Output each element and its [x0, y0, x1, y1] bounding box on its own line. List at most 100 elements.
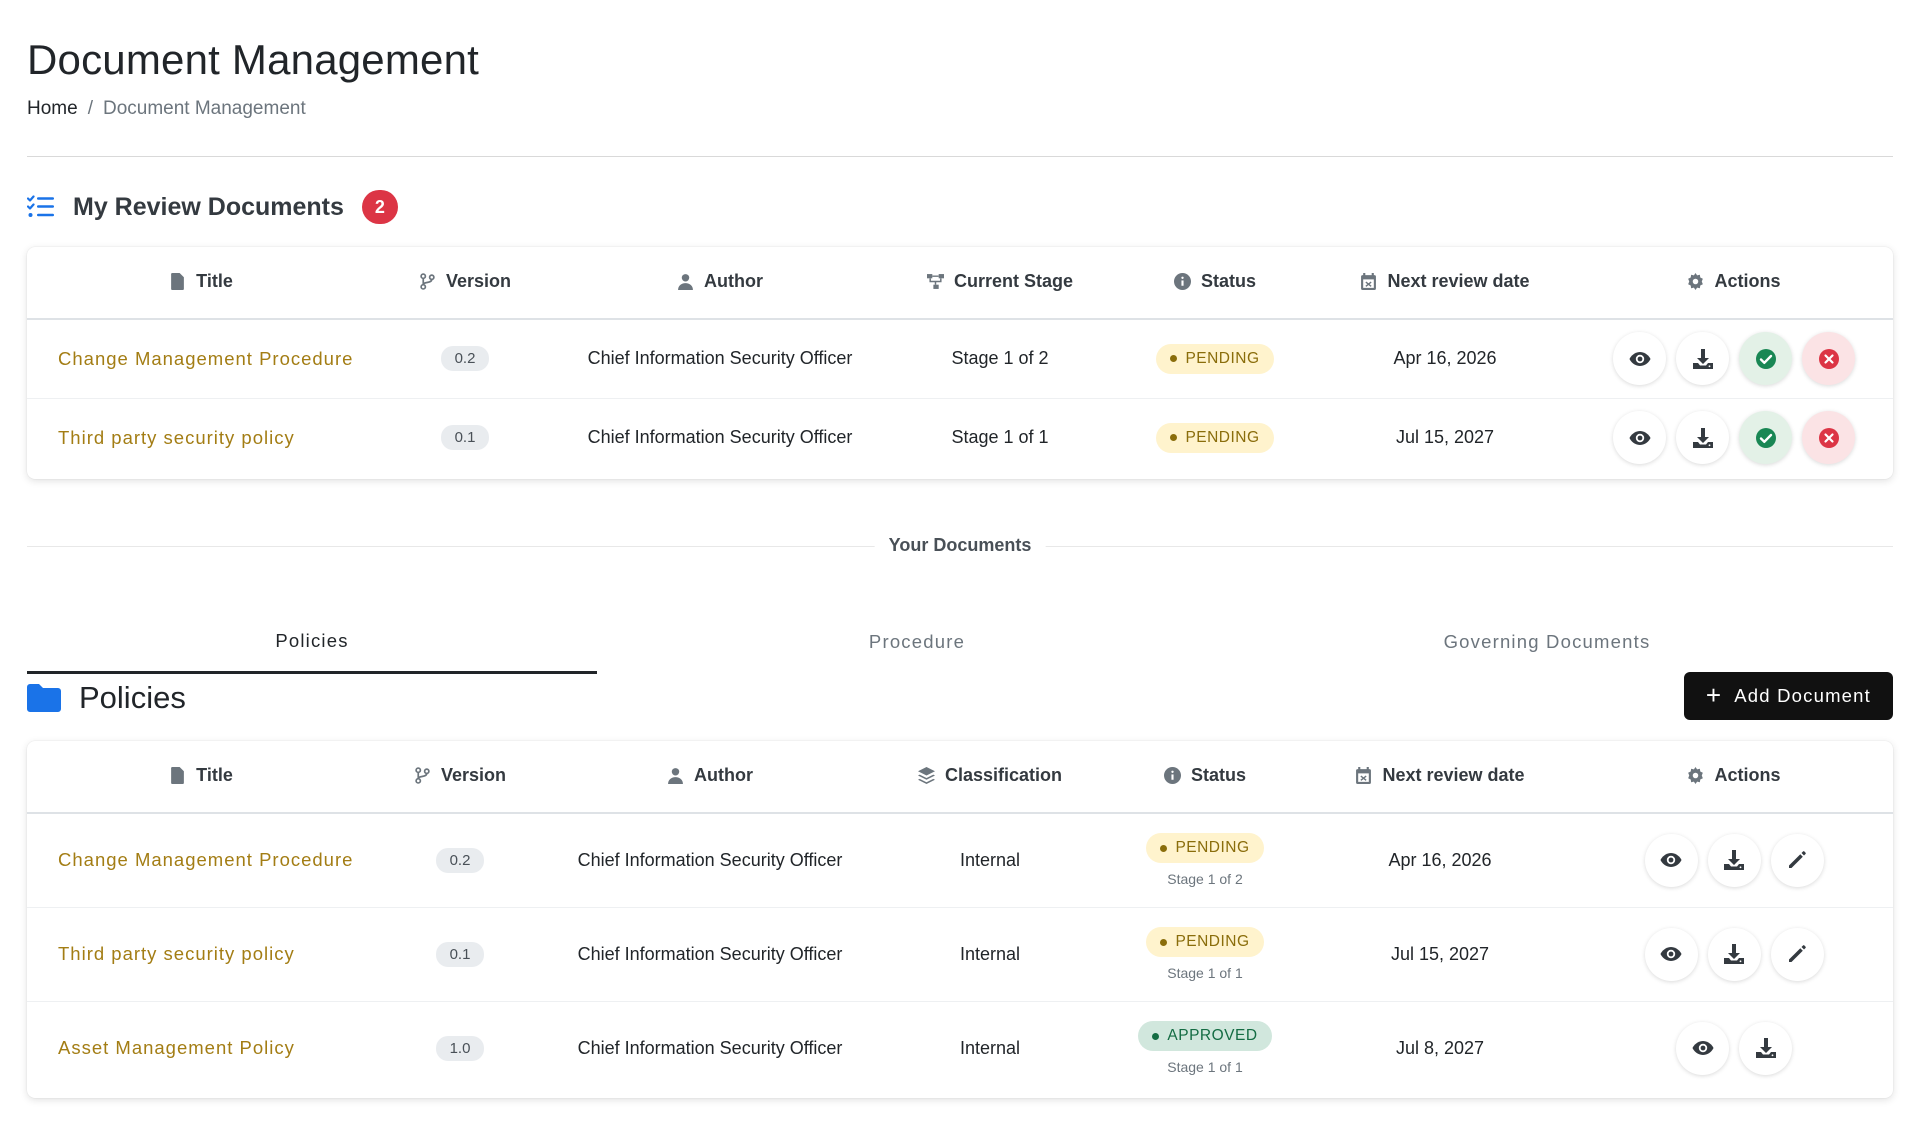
user-icon: [678, 273, 693, 290]
approve-button[interactable]: [1739, 332, 1792, 386]
next-review-date-cell: Apr 16, 2026: [1305, 813, 1575, 908]
column-header-author[interactable]: Author: [555, 247, 885, 320]
calendar-icon: [1361, 272, 1377, 290]
document-title-link[interactable]: Change Management Procedure: [27, 319, 375, 399]
next-review-date-cell: Apr 16, 2026: [1315, 319, 1575, 399]
row-actions: [1644, 927, 1824, 981]
file-icon: [171, 766, 185, 784]
download-button[interactable]: [1676, 332, 1729, 386]
table-row: Asset Management Policy 1.0 Chief Inform…: [27, 1001, 1893, 1095]
column-header-author[interactable]: Author: [545, 741, 875, 814]
approve-button[interactable]: [1739, 411, 1792, 465]
classification-cell: Internal: [959, 1037, 1021, 1058]
plus-icon: +: [1705, 680, 1723, 710]
download-button[interactable]: [1676, 411, 1729, 465]
stage-subtext: Stage 1 of 1: [1167, 965, 1243, 981]
x-circle-icon: [1818, 348, 1839, 369]
breadcrumb: Home / Document Management: [27, 98, 306, 120]
document-title-link[interactable]: Third party security policy: [27, 907, 375, 1002]
eye-icon: [1660, 853, 1682, 868]
file-icon: [171, 272, 185, 290]
branch-icon: [420, 272, 435, 290]
column-header-actions: Actions: [1575, 741, 1893, 814]
view-button[interactable]: [1644, 927, 1698, 981]
classification-cell: Internal: [875, 907, 1105, 1002]
column-header-version[interactable]: Version: [375, 741, 545, 814]
gear-icon: [1688, 766, 1704, 784]
document-title-link[interactable]: Change Management Procedure: [27, 813, 375, 908]
column-header-actions: Actions: [1575, 247, 1893, 320]
download-icon: [1755, 1038, 1776, 1059]
info-icon: [1163, 766, 1181, 784]
policies-section-header: Policies: [27, 680, 186, 716]
author-cell: Chief Information Security Officer: [587, 427, 853, 448]
view-button[interactable]: [1613, 411, 1666, 465]
tab-governing-documents[interactable]: Governing Documents: [1267, 610, 1827, 674]
status-badge: PENDING: [1146, 927, 1264, 957]
table-row: Third party security policy 0.1 Chief In…: [27, 907, 1893, 1002]
view-button[interactable]: [1613, 332, 1666, 386]
download-button[interactable]: [1739, 1021, 1792, 1075]
version-badge: 1.0: [435, 1035, 485, 1061]
layers-icon: [917, 766, 935, 784]
eye-icon: [1629, 430, 1650, 445]
breadcrumb-current: Document Management: [102, 98, 306, 119]
gear-icon: [1688, 272, 1704, 290]
policies-table: Title Version Author Classification Stat…: [27, 741, 1893, 1095]
breadcrumb-home-link[interactable]: Home: [27, 98, 78, 120]
list-check-icon: [27, 195, 54, 217]
check-circle-icon: [1755, 348, 1776, 369]
next-review-date-cell: Jul 15, 2027: [1395, 427, 1495, 448]
author-cell: Chief Information Security Officer: [545, 813, 875, 908]
info-icon: [1173, 272, 1191, 290]
next-review-date-cell: Jul 15, 2027: [1305, 907, 1575, 1002]
column-header-title[interactable]: Title: [27, 247, 375, 320]
review-section-header: My Review Documents 2: [27, 190, 398, 224]
column-header-status[interactable]: Status: [1115, 247, 1315, 320]
check-circle-icon: [1755, 427, 1776, 448]
column-header-version[interactable]: Version: [375, 247, 555, 320]
add-document-button[interactable]: + Add Document: [1683, 672, 1893, 720]
download-button[interactable]: [1707, 927, 1761, 981]
eye-icon: [1660, 947, 1682, 961]
reject-button[interactable]: [1802, 411, 1855, 465]
eye-icon: [1629, 351, 1650, 366]
status-badge: PENDING: [1156, 343, 1274, 374]
header-divider: [27, 156, 1893, 157]
author-cell: Chief Information Security Officer: [577, 1037, 843, 1058]
stage-cell: Stage 1 of 2: [885, 319, 1115, 399]
policies-card: Title Version Author Classification Stat…: [27, 741, 1893, 1098]
column-header-title[interactable]: Title: [27, 741, 375, 814]
view-button[interactable]: [1644, 833, 1698, 887]
tab-procedure[interactable]: Procedure: [637, 610, 1197, 674]
document-type-tabs: Policies Procedure Governing Documents: [27, 610, 1893, 674]
status-badge: PENDING: [1156, 422, 1274, 453]
next-review-date-cell: Jul 8, 2027: [1395, 1037, 1485, 1058]
edit-button[interactable]: [1770, 833, 1824, 887]
download-icon: [1724, 850, 1744, 871]
version-badge: 0.2: [435, 847, 485, 873]
row-actions: [1613, 411, 1855, 465]
page-title: Document Management: [27, 36, 480, 83]
download-icon: [1724, 944, 1744, 964]
download-icon: [1692, 348, 1713, 369]
document-title-link[interactable]: Third party security policy: [27, 398, 375, 477]
reject-button[interactable]: [1802, 332, 1855, 386]
tab-policies[interactable]: Policies: [27, 610, 597, 674]
download-button[interactable]: [1707, 833, 1761, 887]
stage-subtext: Stage 1 of 2: [1167, 871, 1243, 888]
x-circle-icon: [1818, 427, 1839, 448]
column-header-status[interactable]: Status: [1105, 741, 1305, 814]
review-count-badge: 2: [361, 190, 398, 224]
edit-button[interactable]: [1770, 927, 1824, 981]
column-header-next-review-date[interactable]: Next review date: [1305, 741, 1575, 814]
document-title-link[interactable]: Asset Management Policy: [27, 1001, 375, 1095]
column-header-current-stage[interactable]: Current Stage: [885, 247, 1115, 320]
column-header-next-review-date[interactable]: Next review date: [1315, 247, 1575, 320]
row-actions: [1613, 332, 1855, 386]
row-actions: [1676, 1021, 1792, 1075]
view-button[interactable]: [1676, 1021, 1729, 1075]
review-table-header-row: Title Version Author Current Stage Statu…: [27, 247, 1893, 320]
column-header-classification[interactable]: Classification: [875, 741, 1105, 814]
author-cell: Chief Information Security Officer: [555, 319, 885, 399]
